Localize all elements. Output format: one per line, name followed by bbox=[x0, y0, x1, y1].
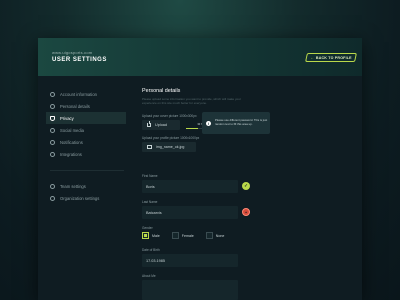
gear-icon bbox=[50, 195, 55, 201]
sidebar-item-team-settings[interactable]: Team settings bbox=[46, 180, 126, 192]
sidebar-item-label: Privacy bbox=[60, 115, 74, 121]
gender-option-male[interactable]: Male bbox=[142, 232, 160, 239]
settings-header: www.uigosports.com USER SETTINGS ← BACK … bbox=[38, 38, 362, 76]
sidebar-item-label: Notifications bbox=[60, 139, 83, 145]
sidebar-item-label: Organization settings bbox=[60, 195, 100, 201]
sidebar-item-privacy[interactable]: Privacy bbox=[46, 112, 126, 124]
settings-window: www.uigosports.com USER SETTINGS ← BACK … bbox=[38, 38, 362, 300]
dob-field[interactable]: 17.03.1985 bbox=[142, 254, 238, 267]
team-icon bbox=[50, 183, 55, 189]
sidebar-item-integrations[interactable]: Integrations bbox=[46, 148, 126, 160]
upload-button[interactable]: Upload bbox=[142, 120, 180, 130]
file-name: img_name_ok.jpg bbox=[156, 145, 185, 149]
first-name-label: First Name bbox=[142, 174, 158, 178]
gender-label: Gender bbox=[142, 226, 153, 230]
checkbox[interactable] bbox=[205, 232, 213, 239]
about-me-label: About Me bbox=[142, 274, 156, 278]
back-button-label: BACK TO PROFILE bbox=[316, 55, 353, 60]
page-title: USER SETTINGS bbox=[52, 57, 107, 63]
checkbox-checked[interactable] bbox=[142, 232, 149, 239]
sidebar-item-label: Integrations bbox=[60, 151, 82, 157]
sidebar-item-label: Social media bbox=[60, 127, 84, 133]
gender-option-none[interactable]: None bbox=[205, 232, 225, 239]
person-icon bbox=[50, 103, 55, 109]
site-url: www.uigosports.com bbox=[52, 50, 93, 55]
uploaded-file-chip[interactable]: img_name_ok.jpg bbox=[142, 142, 196, 152]
error-icon: • bbox=[242, 208, 250, 216]
first-name-field[interactable]: Boris bbox=[142, 180, 238, 193]
bell-icon bbox=[50, 139, 55, 145]
sidebar-divider bbox=[50, 170, 124, 171]
back-arrow-icon: ← bbox=[309, 55, 315, 60]
sidebar-item-label: Account information bbox=[60, 91, 98, 97]
globe-icon bbox=[50, 127, 55, 133]
info-icon: i bbox=[206, 120, 211, 126]
sidebar-item-label: Team settings bbox=[60, 183, 86, 189]
shield-icon bbox=[50, 115, 55, 121]
gender-option-female[interactable]: Female bbox=[171, 232, 194, 239]
gender-options: Male Female None bbox=[142, 232, 236, 239]
tooltip-text: Please use different password. This is j… bbox=[215, 118, 268, 126]
valid-check-icon: ✓ bbox=[242, 182, 250, 190]
checkbox[interactable] bbox=[171, 232, 179, 239]
last-name-field[interactable]: Batcarvis bbox=[142, 206, 238, 219]
gender-option-label: Female bbox=[181, 233, 194, 238]
profile-upload-label: Upload your profile picture 1000x1000px bbox=[142, 136, 200, 140]
upload-button-label: Upload bbox=[155, 123, 168, 127]
sidebar-item-organization-settings[interactable]: Organization settings bbox=[46, 192, 126, 204]
section-description: Please upload some information you want … bbox=[142, 97, 241, 105]
account-icon bbox=[50, 91, 55, 97]
upload-icon bbox=[147, 121, 151, 127]
section-title: Personal details bbox=[142, 88, 181, 94]
plug-icon bbox=[50, 151, 55, 157]
last-name-label: Last Name bbox=[142, 200, 158, 204]
back-to-profile-button[interactable]: ← BACK TO PROFILE bbox=[305, 53, 357, 62]
gender-option-label: None bbox=[215, 233, 225, 238]
image-icon bbox=[147, 145, 152, 149]
upload-progress-fill bbox=[186, 128, 198, 129]
sidebar-item-account-information[interactable]: Account information bbox=[46, 88, 126, 100]
sidebar-item-label: Personal details bbox=[60, 103, 90, 109]
sidebar-item-notifications[interactable]: Notifications bbox=[46, 136, 126, 148]
dob-label: Date of Birth bbox=[142, 248, 160, 252]
about-me-field[interactable] bbox=[142, 280, 238, 300]
sidebar-item-social-media[interactable]: Social media bbox=[46, 124, 126, 136]
password-tooltip: i Please use different password. This is… bbox=[202, 112, 270, 134]
cover-upload-label: Upload your cover picture 1000x300px bbox=[142, 114, 197, 118]
sidebar-item-personal-details[interactable]: Personal details bbox=[46, 100, 126, 112]
gender-option-label: Male bbox=[152, 233, 160, 238]
